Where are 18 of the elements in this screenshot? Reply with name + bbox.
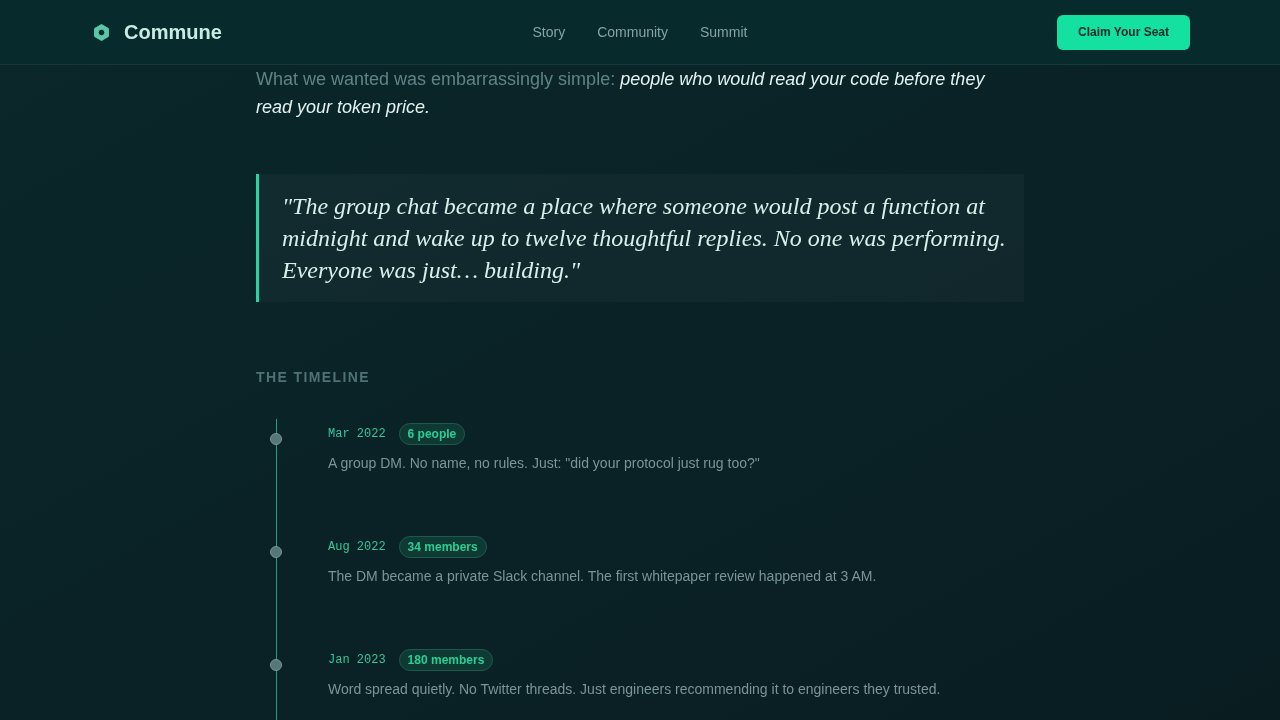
event-date: Mar 2022 xyxy=(328,426,386,442)
hexagon-logo-icon xyxy=(93,23,110,41)
nav-link[interactable]: Story xyxy=(532,22,566,42)
count-badge: 6 people xyxy=(398,423,466,445)
event-date: Aug 2022 xyxy=(328,539,386,555)
event-description: The DM became a private Slack channel. The first whitepaper review happened at 3 AM. xyxy=(328,567,877,586)
event-description: Word spread quietly. No Twitter threads. Just engineers recommending it to engineers they trusted. xyxy=(328,680,941,699)
brand-name: Commune xyxy=(124,20,222,44)
count-badge: 180 members xyxy=(398,649,494,671)
section-heading: THE TIMELINE xyxy=(256,368,372,387)
event-description: A group DM. No name, no rules. Just: "did your protocol just rug too?" xyxy=(328,454,760,473)
claim-seat-button[interactable]: Claim Your Seat xyxy=(1057,14,1190,50)
nav-link[interactable]: Summit xyxy=(700,22,748,42)
event-date: Jan 2023 xyxy=(328,652,386,668)
pull-quote: "The group chat became a place where someone would post a function at midnight and wake up to twelve thoughtful replies. No one was performing. Everyone was just… building." xyxy=(256,174,1024,302)
nav-link[interactable]: Community xyxy=(597,22,668,42)
count-badge: 34 members xyxy=(398,536,487,558)
intro-paragraph: What we wanted was embarrassingly simple: people who would read your code before they read your token price. xyxy=(256,68,986,119)
